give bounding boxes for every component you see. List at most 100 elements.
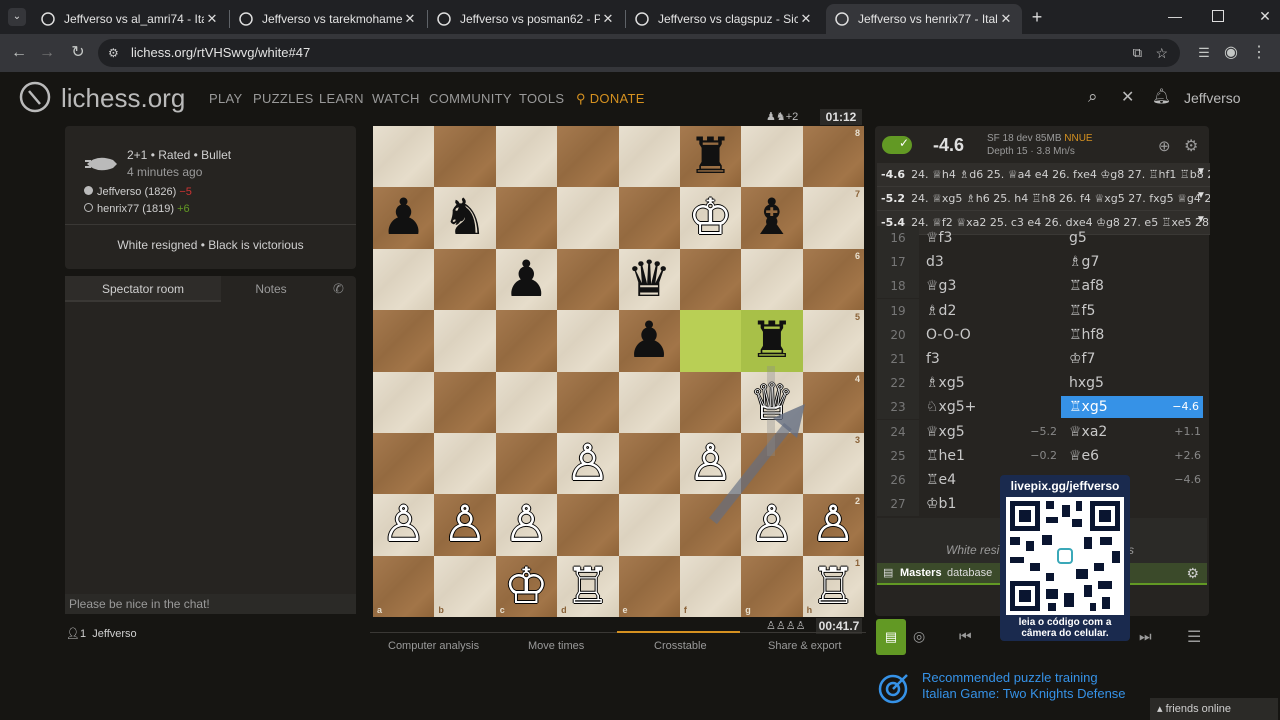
white-pawn[interactable]: ♙ [741,494,802,555]
tab-spectator-room[interactable]: Spectator room [65,276,221,302]
phone-icon[interactable]: ✆ [333,281,344,297]
board-square[interactable] [373,555,435,617]
black-move[interactable]: ♔f7 [1069,347,1095,371]
nav-community[interactable]: COMMUNITY [429,91,512,106]
white-player-row[interactable]: Jeffverso (1826) −5 [84,186,192,198]
white-king[interactable]: ♔ [496,556,557,617]
white-move[interactable]: ♗d2 [926,299,956,323]
white-pawn[interactable]: ♙ [434,494,495,555]
board-square[interactable] [557,248,619,311]
pv-line[interactable]: -5.2 24. ♕xg5 ♗h6 25. h4 ♖h8 26. f4 ♕xg5 … [877,187,1210,211]
notifications-bell-icon[interactable]: 🔔︎ [1152,87,1171,105]
board-square[interactable] [679,248,742,311]
white-pawn[interactable]: ♙ [373,494,434,555]
black-move[interactable]: g5 [1069,226,1087,250]
nav-watch[interactable]: WATCH [372,91,420,106]
board-square[interactable] [495,371,558,433]
board-square[interactable] [557,126,619,188]
maximize-icon[interactable] [1212,10,1224,22]
tab-move-times[interactable]: Move times [528,640,584,652]
board-square[interactable] [618,432,680,495]
first-move-icon[interactable]: ⏮ [959,628,972,645]
board-square[interactable] [495,432,558,495]
board-square[interactable] [373,310,435,372]
white-pawn[interactable]: ♙ [496,494,557,555]
install-app-icon[interactable]: ⧉ [1133,39,1142,67]
white-move[interactable]: ♗xg5 [926,371,965,395]
board-square[interactable] [741,432,803,495]
board-square[interactable] [373,432,435,495]
black-queen[interactable]: ♛ [619,249,680,310]
browser-tab[interactable]: Jeffverso vs al_amri74 - Italian G✕ [32,4,228,34]
last-move-icon[interactable]: ⏭ [1139,628,1152,645]
close-tab-icon[interactable]: ✕ [798,11,814,27]
board-square[interactable] [741,126,803,188]
board-square[interactable] [679,494,742,556]
chat-input[interactable]: Please be nice in the chat! [65,594,356,614]
new-tab-icon[interactable]: + [1028,8,1046,26]
current-move-highlight[interactable]: ♖xg5 −4.6 [1061,396,1203,418]
white-queen[interactable]: ♕ [741,372,802,433]
explorer-book-button[interactable]: ▤ [876,619,906,655]
white-move[interactable]: ♕f3 [926,226,952,250]
board-square[interactable] [557,371,619,433]
engine-toggle[interactable]: ✓ [882,136,912,154]
black-rook[interactable]: ♜ [741,310,802,371]
board-square[interactable] [373,371,435,433]
pv-expand-icon[interactable]: ▼ [1196,214,1206,225]
browser-tab[interactable]: Jeffverso vs tarekmohamedm -✕ [230,4,426,34]
browser-tab-active[interactable]: Jeffverso vs henrix77 - Italian G✕ [826,4,1022,34]
black-move[interactable]: ♕e6 [1069,444,1099,468]
tab-share-export[interactable]: Share & export [768,640,841,652]
board-square[interactable] [557,310,619,372]
board-square[interactable] [434,248,496,311]
black-move[interactable]: ♗g7 [1069,250,1099,274]
black-rook[interactable]: ♜ [680,126,741,187]
white-move[interactable]: ♖he1 [926,444,965,468]
nav-play[interactable]: PLAY [209,91,242,106]
tools-icon[interactable]: ✕ [1121,87,1134,107]
browser-tab[interactable]: Jeffverso vs posman62 - Philido✕ [428,4,624,34]
board-square[interactable] [434,432,496,495]
board-square[interactable] [373,248,435,311]
close-window-icon[interactable]: ✕ [1256,8,1274,26]
white-king[interactable]: ♔ [680,187,741,248]
white-move[interactable]: ♔b1 [926,492,956,516]
white-pawn[interactable]: ♙ [680,433,741,494]
tab-list-button[interactable]: ⌄ [8,8,26,26]
black-move[interactable]: ♖af8 [1069,274,1104,298]
nav-donate[interactable]: ⚲ DONATE [576,91,645,107]
board-square[interactable] [618,126,680,188]
board-square[interactable] [557,187,619,249]
black-knight[interactable]: ♞ [434,187,495,248]
board-square[interactable] [618,371,680,433]
board-square[interactable] [434,310,496,372]
explorer-settings-gear-icon[interactable]: ⚙ [1186,565,1199,582]
white-move[interactable]: ♕g3 [926,274,956,298]
board-square[interactable] [495,310,558,372]
profile-icon[interactable]: ◉ [1220,42,1242,64]
site-info-icon[interactable]: ⚙ [108,39,119,67]
close-tab-icon[interactable]: ✕ [998,11,1014,27]
black-move[interactable]: ♕xa2 [1069,420,1107,444]
back-icon[interactable]: ← [8,42,30,64]
white-move[interactable]: d3 [926,250,944,274]
friends-online-box[interactable]: ▴ friends online [1150,698,1278,720]
black-bishop[interactable]: ♝ [741,187,802,248]
pv-expand-icon[interactable]: ▼ [1196,166,1206,177]
black-player-row[interactable]: henrix77 (1819) +6 [84,203,190,215]
browser-tab[interactable]: Jeffverso vs clagspuz - Sicilian D✕ [626,4,822,34]
board-square[interactable] [557,494,619,556]
pv-expand-icon[interactable]: ▼ [1196,190,1206,201]
nav-learn[interactable]: LEARN [319,91,364,106]
board-square[interactable] [679,371,742,433]
menu-icon[interactable]: ⋮ [1248,42,1270,64]
board-square[interactable] [618,187,680,249]
black-move[interactable]: hxg5 [1069,371,1104,395]
board-square[interactable] [741,248,803,311]
practice-icon[interactable]: ◎ [913,628,925,645]
reload-icon[interactable]: ↻ [67,42,89,64]
close-tab-icon[interactable]: ✕ [204,11,220,27]
minimize-icon[interactable]: — [1166,8,1184,26]
tab-crosstable[interactable]: Crosstable [654,640,707,652]
